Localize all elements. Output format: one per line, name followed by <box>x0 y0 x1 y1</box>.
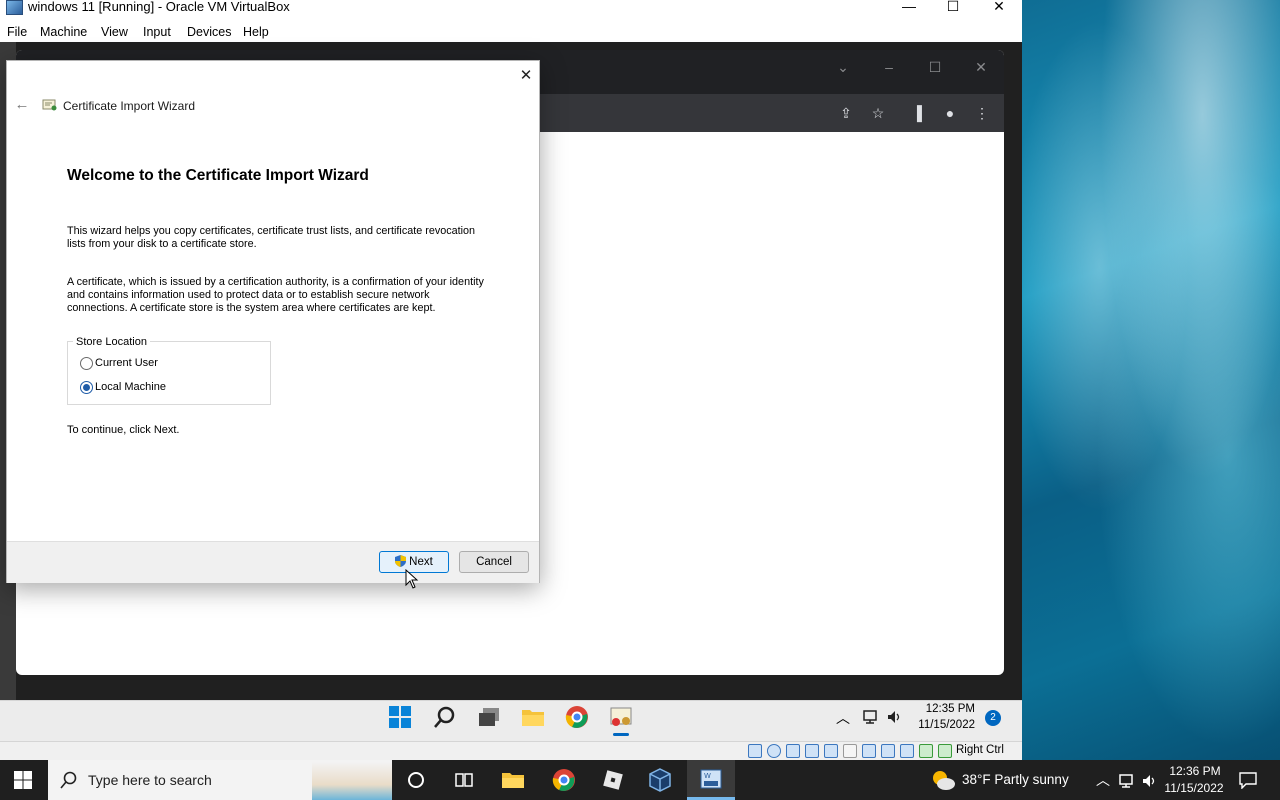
virtualbox-vm-icon: W <box>700 769 722 789</box>
minimize-button[interactable]: — <box>886 0 932 17</box>
uac-shield-icon <box>395 555 407 567</box>
optical-drive-status-icon[interactable] <box>767 744 781 758</box>
keyboard-capture-status-icon[interactable] <box>938 744 952 758</box>
host-key-label: Right Ctrl <box>956 744 1004 756</box>
usb-status-icon[interactable] <box>824 744 838 758</box>
maximize-button[interactable]: ☐ <box>930 0 976 17</box>
wizard-intro-line-1: This wizard helps you copy certificates,… <box>67 225 476 237</box>
cortana-icon[interactable] <box>403 767 429 793</box>
windows-start-icon[interactable] <box>388 705 412 729</box>
display-status-icon[interactable] <box>862 744 876 758</box>
host-search-icon <box>60 771 77 789</box>
virtualbox-window-title: windows 11 [Running] - Oracle VM Virtual… <box>28 0 290 14</box>
wizard-desc-line-1: A certificate, which is issued by a cert… <box>67 276 484 288</box>
next-button-label: Next <box>409 556 433 568</box>
guest-clock-date[interactable]: 11/15/2022 <box>913 719 975 731</box>
notification-badge[interactable]: 2 <box>985 710 1001 726</box>
shared-folders-status-icon[interactable] <box>843 744 857 758</box>
menu-devices[interactable]: Devices <box>187 24 231 40</box>
menu-machine[interactable]: Machine <box>40 24 87 40</box>
wizard-desc-line-3: connections. A certificate store is the … <box>67 302 436 314</box>
chrome-maximize-button[interactable]: ☐ <box>920 59 950 76</box>
current-user-label[interactable]: Current User <box>95 357 158 369</box>
host-search-placeholder[interactable]: Type here to search <box>88 772 212 788</box>
wizard-heading: Welcome to the Certificate Import Wizard <box>67 167 369 184</box>
guest-clock-time[interactable]: 12:35 PM <box>925 703 975 715</box>
continue-instruction: To continue, click Next. <box>67 424 180 436</box>
network-status-icon[interactable] <box>805 744 819 758</box>
svg-text:W: W <box>704 772 711 780</box>
menu-view[interactable]: View <box>101 24 128 40</box>
audio-status-icon[interactable] <box>786 744 800 758</box>
task-view-icon[interactable] <box>477 705 501 729</box>
virtualization-status-icon[interactable] <box>900 744 914 758</box>
wizard-close-button[interactable]: ✕ <box>515 66 537 86</box>
host-network-icon[interactable] <box>1118 773 1134 789</box>
close-button[interactable]: ✕ <box>976 0 1022 17</box>
certificate-import-wizard-dialog: ✕ ← Certificate Import Wizard Welcome to… <box>6 60 540 583</box>
menu-help[interactable]: Help <box>243 24 269 40</box>
action-center-icon[interactable] <box>1239 771 1257 789</box>
profile-icon[interactable]: ● <box>940 105 960 121</box>
active-app-indicator <box>613 733 629 736</box>
show-hidden-icons-chevron-icon[interactable]: ︿ <box>836 708 850 728</box>
host-desktop-wallpaper <box>1022 0 1280 760</box>
store-location-group <box>67 341 271 405</box>
menu-input[interactable]: Input <box>143 24 171 40</box>
star-icon[interactable]: ☆ <box>868 105 888 121</box>
virtualbox-manager-icon[interactable] <box>647 767 673 793</box>
mouse-integration-status-icon[interactable] <box>919 744 933 758</box>
network-icon[interactable] <box>862 709 878 725</box>
wizard-title: Certificate Import Wizard <box>63 99 196 113</box>
host-hidden-icons-chevron-icon[interactable]: ︿ <box>1096 770 1110 790</box>
local-machine-label[interactable]: Local Machine <box>95 381 166 393</box>
recording-status-icon[interactable] <box>881 744 895 758</box>
host-clock-date[interactable]: 11/15/2022 <box>1160 781 1228 795</box>
host-file-explorer-icon[interactable] <box>500 767 526 793</box>
host-volume-icon[interactable] <box>1142 773 1158 789</box>
back-arrow-icon[interactable]: ← <box>13 97 31 113</box>
file-explorer-icon[interactable] <box>521 705 545 729</box>
host-chrome-icon[interactable] <box>551 767 577 793</box>
menu-file[interactable]: File <box>7 24 27 40</box>
chrome-icon[interactable] <box>565 705 589 729</box>
virtualbox-logo-icon <box>6 0 23 15</box>
hard-disk-status-icon[interactable] <box>748 744 762 758</box>
cancel-button[interactable]: Cancel <box>459 551 529 573</box>
mouse-cursor-icon <box>405 569 419 589</box>
chevron-down-icon[interactable]: ⌄ <box>828 59 858 76</box>
roblox-icon[interactable] <box>600 767 626 793</box>
weather-text[interactable]: 38°F Partly sunny <box>962 772 1069 787</box>
partly-sunny-weather-icon[interactable] <box>930 769 956 791</box>
search-highlight-illustration <box>312 762 392 800</box>
wizard-desc-line-2: and contains information used to protect… <box>67 289 430 301</box>
search-icon[interactable] <box>433 705 457 729</box>
chrome-minimize-button[interactable]: – <box>874 59 904 75</box>
store-location-label: Store Location <box>73 336 150 348</box>
local-machine-radio[interactable] <box>80 381 93 394</box>
certificate-icon <box>42 99 57 111</box>
host-clock-time[interactable]: 12:36 PM <box>1164 764 1226 778</box>
kebab-menu-icon[interactable]: ⋮ <box>972 105 992 121</box>
side-panel-icon[interactable]: ▐ <box>907 105 927 121</box>
share-icon[interactable]: ⇪ <box>836 105 856 121</box>
chrome-close-button[interactable]: ✕ <box>966 59 996 76</box>
host-start-icon[interactable] <box>14 771 32 789</box>
host-task-view-icon[interactable] <box>451 767 477 793</box>
certificate-manager-taskbar-icon[interactable] <box>609 705 633 729</box>
current-user-radio[interactable] <box>80 357 93 370</box>
wizard-intro-line-2: lists from your disk to a certificate st… <box>67 238 257 250</box>
volume-icon[interactable] <box>887 709 903 725</box>
